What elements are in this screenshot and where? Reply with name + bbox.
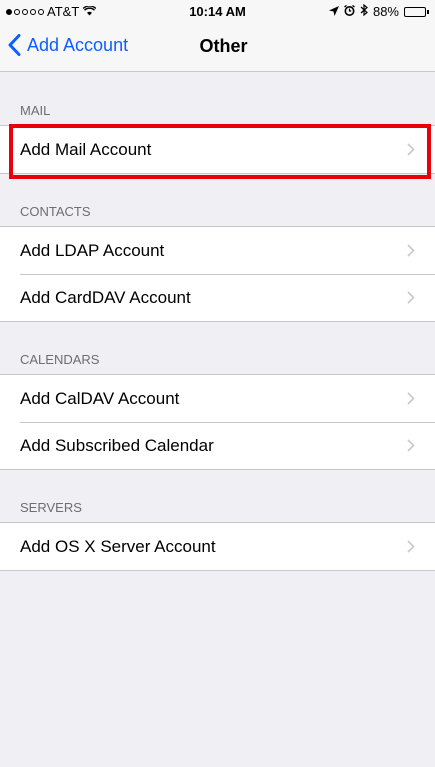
battery-percent: 88% [372, 4, 399, 19]
row-label: Add Mail Account [20, 139, 152, 159]
row-add-ldap-account[interactable]: Add LDAP Account [0, 227, 435, 274]
settings-list: MAIL Add Mail Account CONTACTS Add LDAP … [0, 73, 435, 571]
section-header-mail: MAIL [20, 103, 51, 118]
disclosure-chevron-icon [407, 143, 415, 156]
row-add-osx-server-account[interactable]: Add OS X Server Account [0, 523, 435, 570]
row-add-subscribed-calendar[interactable]: Add Subscribed Calendar [0, 422, 435, 469]
disclosure-chevron-icon [407, 244, 415, 257]
row-label: Add LDAP Account [20, 240, 165, 260]
battery-icon [404, 6, 429, 17]
location-arrow-icon [328, 4, 339, 19]
section-header-calendars: CALENDARS [20, 352, 100, 367]
row-add-mail-account[interactable]: Add Mail Account [0, 126, 435, 173]
group-mail: Add Mail Account [0, 124, 435, 179]
navigation-bar: Add Account Other [0, 22, 435, 72]
disclosure-chevron-icon [407, 439, 415, 452]
alarm-icon [344, 4, 355, 19]
status-bar-right: 88% [328, 3, 429, 19]
page-title: Other [199, 36, 248, 56]
row-label: Add Subscribed Calendar [20, 435, 214, 455]
disclosure-chevron-icon [407, 291, 415, 304]
disclosure-chevron-icon [407, 392, 415, 405]
status-bar: AT&T 10:14 AM 88% [0, 0, 435, 22]
section-header-servers: SERVERS [20, 500, 82, 515]
disclosure-chevron-icon [407, 540, 415, 553]
bluetooth-icon [360, 3, 368, 19]
row-label: Add CalDAV Account [20, 388, 180, 408]
group-servers: Add OS X Server Account [0, 522, 435, 571]
row-label: Add CardDAV Account [20, 287, 191, 307]
row-label: Add OS X Server Account [20, 536, 216, 556]
group-calendars: Add CalDAV Account Add Subscribed Calend… [0, 374, 435, 470]
group-contacts: Add LDAP Account Add CardDAV Account [0, 226, 435, 322]
row-add-caldav-account[interactable]: Add CalDAV Account [0, 375, 435, 422]
section-header-contacts: CONTACTS [20, 204, 91, 219]
row-add-carddav-account[interactable]: Add CardDAV Account [0, 274, 435, 321]
